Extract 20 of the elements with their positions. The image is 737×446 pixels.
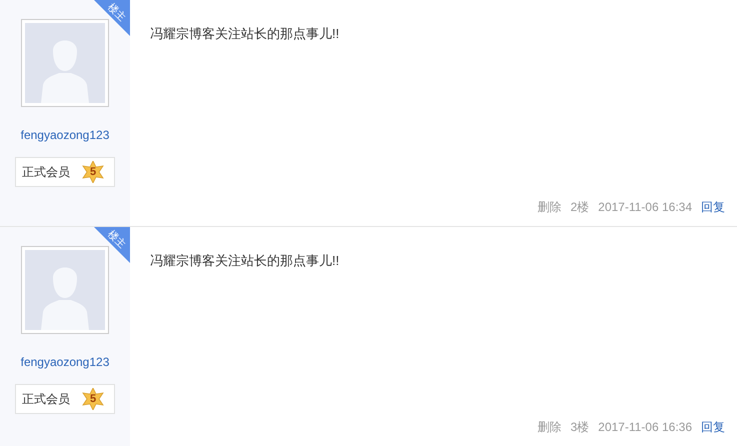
username-link[interactable]: fengyaozong123	[20, 354, 110, 370]
level-number: 5	[90, 393, 96, 405]
post-content: 冯耀宗博客关注站长的那点事儿!!	[150, 252, 340, 270]
star-icon	[82, 388, 104, 410]
reply-link[interactable]: 回复	[701, 418, 725, 436]
delete-link[interactable]: 删除	[537, 198, 562, 216]
floor-number: 2楼	[570, 199, 590, 216]
delete-link[interactable]: 删除	[537, 418, 562, 436]
op-label: 楼主	[104, 2, 128, 24]
level-number: 5	[90, 166, 96, 178]
op-label: 楼主	[104, 228, 128, 252]
post-content: 冯耀宗博客关注站长的那点事儿!!	[150, 25, 340, 43]
floor-number: 3楼	[570, 419, 590, 436]
star-icon	[82, 161, 104, 183]
member-title: 正式会员	[22, 391, 70, 408]
post-time: 2017-11-06 16:36	[598, 419, 692, 436]
post-time: 2017-11-06 16:34	[598, 199, 692, 216]
reply-link[interactable]: 回复	[701, 198, 725, 216]
member-title: 正式会员	[22, 164, 70, 181]
username-link[interactable]: fengyaozong123	[20, 127, 110, 143]
